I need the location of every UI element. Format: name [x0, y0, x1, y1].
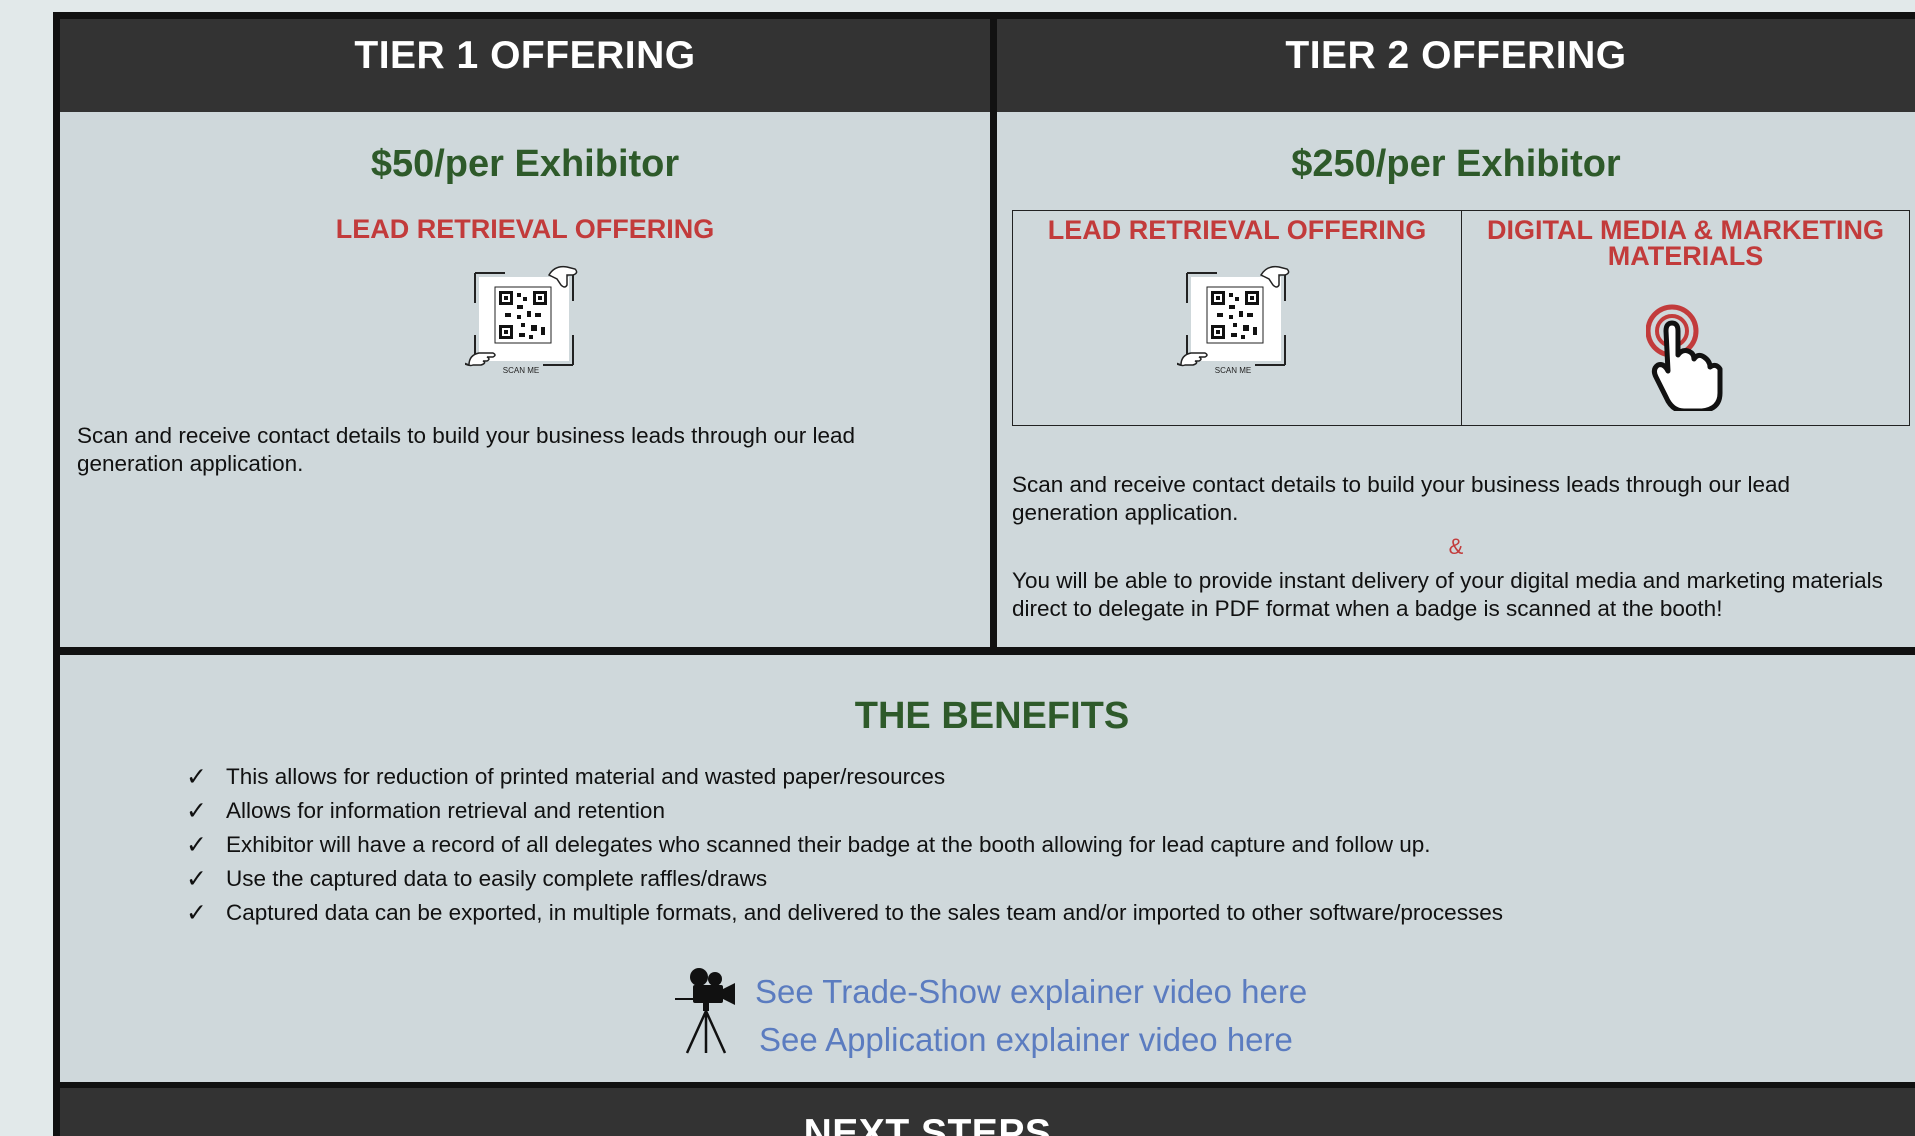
- check-icon: ✓: [186, 831, 207, 859]
- benefit-text: This allows for reduction of printed mat…: [226, 764, 946, 789]
- tier2-offerings-box: LEAD RETRIEVAL OFFERING SCAN ME DIGITAL …: [1012, 210, 1910, 426]
- check-icon: ✓: [186, 797, 207, 825]
- tap-hand-icon: [1645, 301, 1726, 414]
- tier2-lead-cell: LEAD RETRIEVAL OFFERING SCAN ME: [1013, 211, 1462, 425]
- check-icon: ✓: [186, 899, 207, 927]
- next-steps-header: NEXT STEPS: [60, 1088, 1915, 1136]
- tier2-description-2: You will be able to provide instant deli…: [1012, 568, 1883, 621]
- benefit-text: Allows for information retrieval and ret…: [226, 798, 665, 823]
- tier2-description-1: Scan and receive contact details to buil…: [1012, 472, 1790, 525]
- tier2-price: $250/per Exhibitor: [1291, 143, 1621, 185]
- benefit-item: ✓ Exhibitor will have a record of all del…: [186, 828, 1503, 862]
- check-icon: ✓: [186, 865, 207, 893]
- application-video-link[interactable]: See Application explainer video here: [759, 1021, 1293, 1059]
- tier1-description: Scan and receive contact details to buil…: [77, 423, 855, 476]
- benefit-item: ✓ Captured data can be exported, in multi…: [186, 896, 1503, 930]
- tier2-digital-cell: DIGITAL MEDIA & MARKETING MATERIALS: [1462, 211, 1909, 425]
- tier1-panel: $50/per Exhibitor LEAD RETRIEVAL OFFERIN…: [60, 112, 990, 647]
- trade-show-video-link[interactable]: See Trade-Show explainer video here: [755, 973, 1307, 1011]
- tier2-digital-title: DIGITAL MEDIA & MARKETING MATERIALS: [1487, 215, 1884, 271]
- benefits-panel: THE BENEFITS ✓ This allows for reduction …: [60, 655, 1915, 1082]
- movie-camera-icon: [673, 965, 743, 1055]
- benefit-item: ✓ This allows for reduction of printed ma…: [186, 760, 1503, 794]
- offerings-table: TIER 1 OFFERING TIER 2 OFFERING $50/per …: [53, 12, 1915, 1136]
- ampersand: &: [1448, 534, 1464, 559]
- tier1-header: TIER 1 OFFERING: [60, 19, 990, 116]
- benefit-item: ✓ Use the captured data to easily complet…: [186, 862, 1503, 896]
- tier2-panel: $250/per Exhibitor LEAD RETRIEVAL OFFERI…: [997, 112, 1915, 647]
- benefits-list: ✓ This allows for reduction of printed ma…: [186, 760, 1503, 930]
- tier1-price: $50/per Exhibitor: [370, 143, 680, 185]
- qr-code-icon: SCAN ME: [458, 261, 585, 381]
- tier2-header-text: TIER 2 OFFERING: [1285, 33, 1627, 77]
- benefit-text: Exhibitor will have a record of all dele…: [226, 832, 1431, 857]
- benefit-item: ✓ Allows for information retrieval and re…: [186, 794, 1503, 828]
- benefits-title: THE BENEFITS: [854, 695, 1130, 737]
- tier2-header: TIER 2 OFFERING: [997, 19, 1915, 116]
- benefit-text: Use the captured data to easily complete…: [226, 866, 768, 891]
- tier1-offering-title: LEAD RETRIEVAL OFFERING: [335, 214, 715, 244]
- benefit-text: Captured data can be exported, in multip…: [226, 900, 1503, 925]
- qr-caption: SCAN ME: [1215, 366, 1251, 375]
- next-steps-header-text: NEXT STEPS: [803, 1112, 1052, 1136]
- tier2-lead-title: LEAD RETRIEVAL OFFERING: [1047, 215, 1427, 245]
- tier1-header-text: TIER 1 OFFERING: [354, 33, 696, 77]
- qr-caption: SCAN ME: [503, 366, 539, 375]
- check-icon: ✓: [186, 763, 207, 791]
- qr-code-icon: SCAN ME: [1170, 261, 1297, 381]
